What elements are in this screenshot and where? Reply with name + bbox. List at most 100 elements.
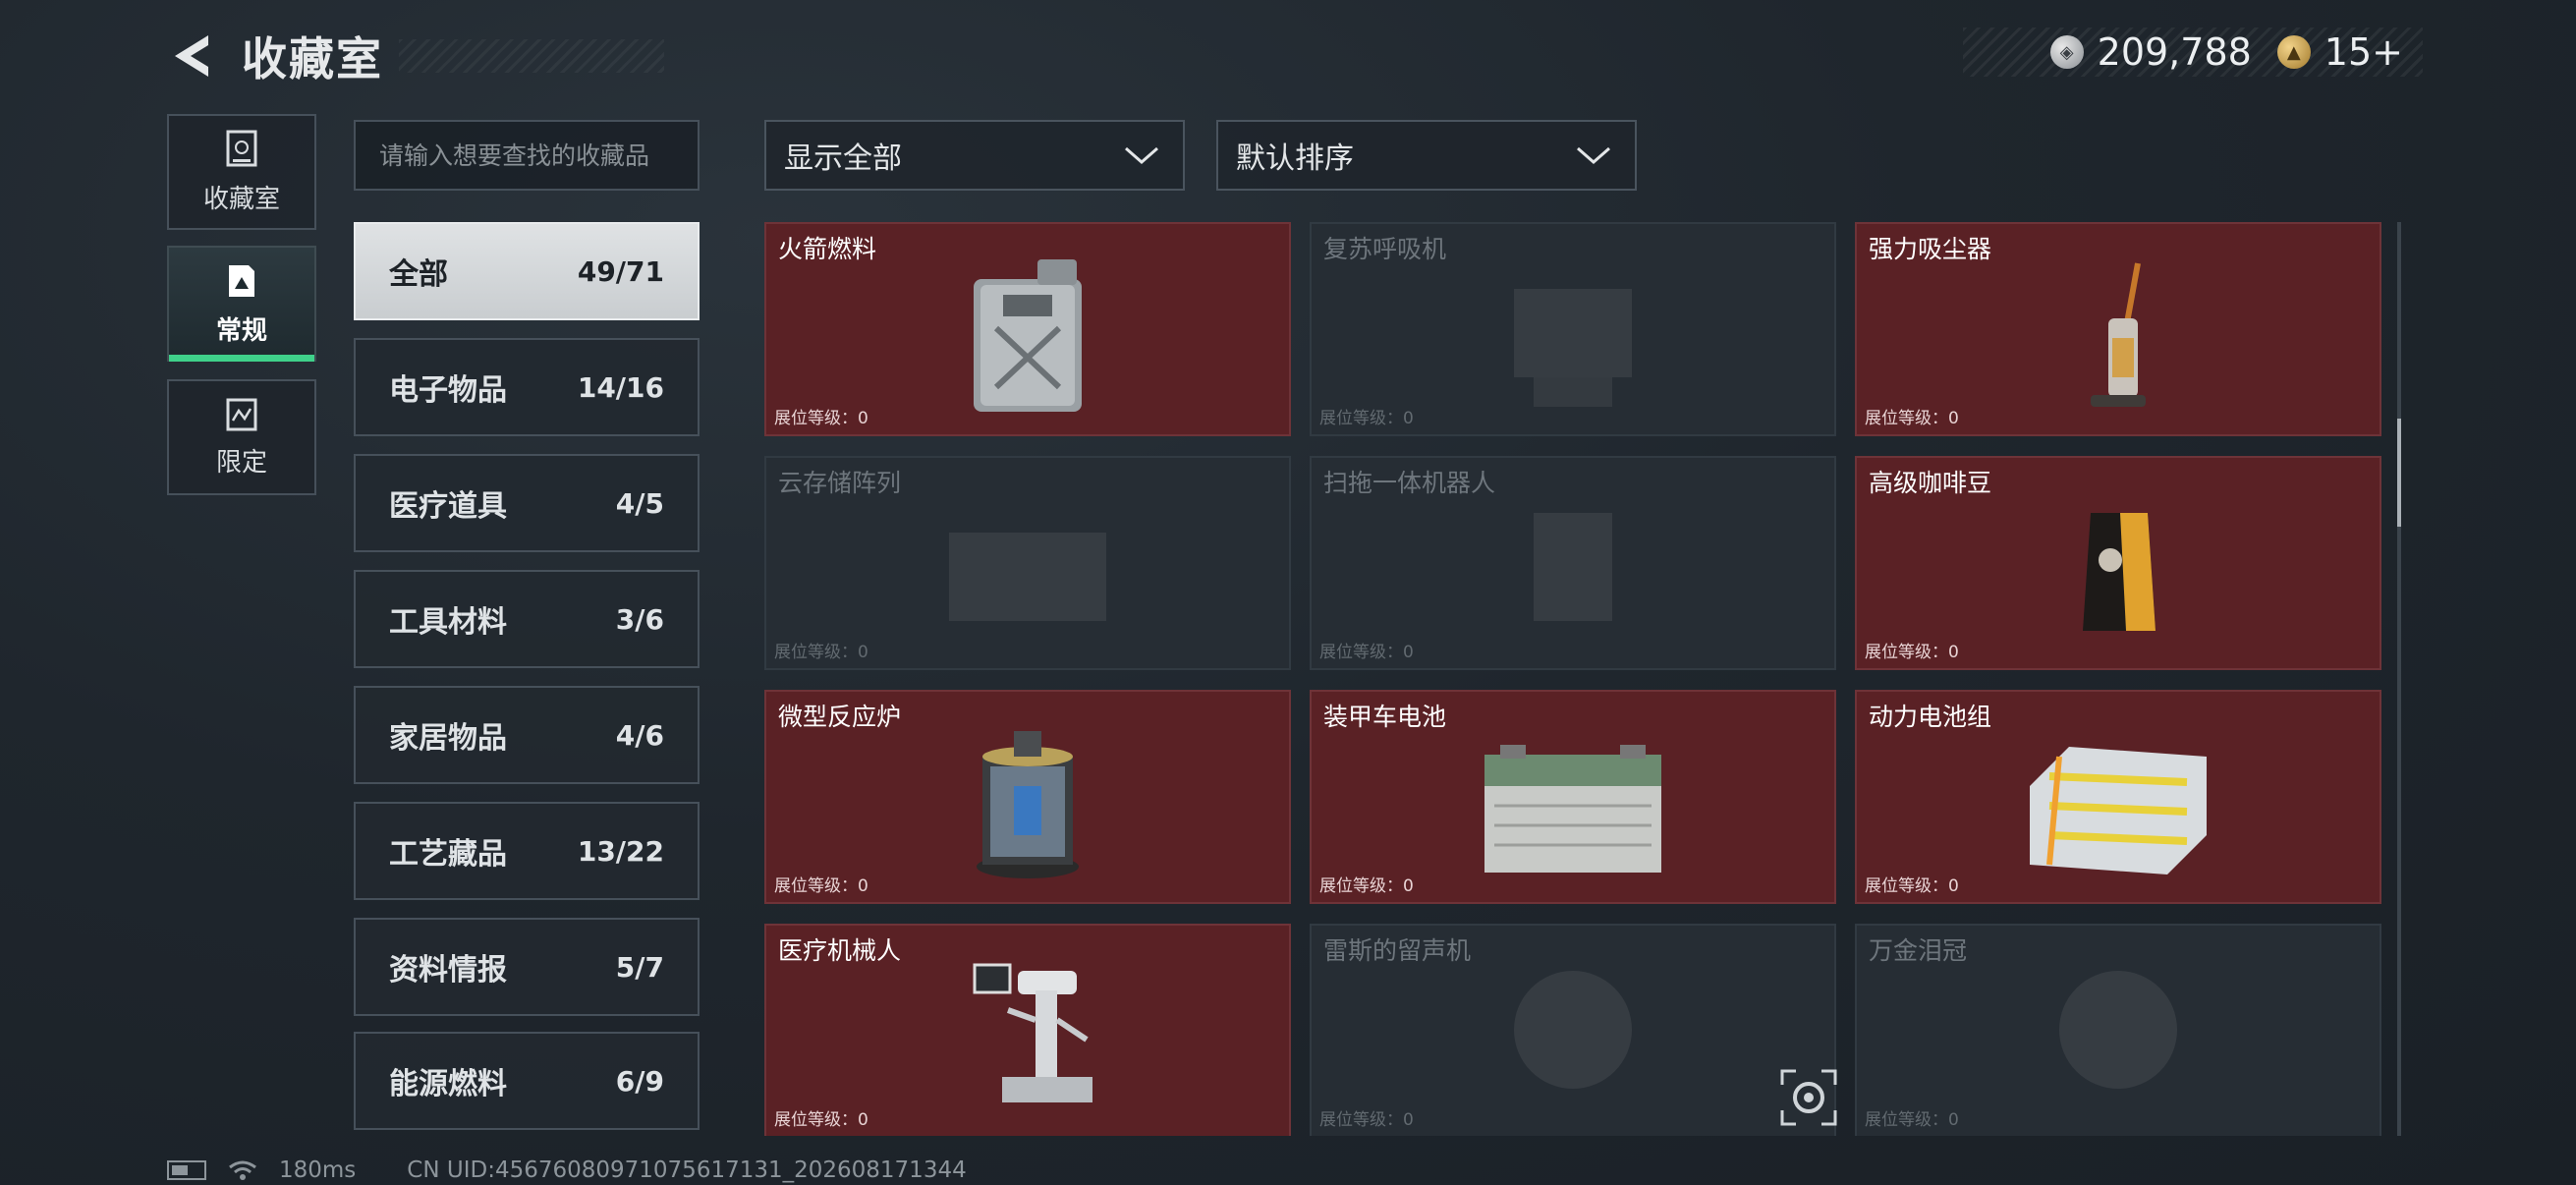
item-name: 云存储阵列 (778, 469, 902, 497)
robot-mop-icon (1534, 513, 1612, 621)
grid-scrollbar[interactable] (2397, 222, 2401, 1136)
item-level: 展位等级：0 (1319, 643, 1414, 662)
item-card[interactable]: 云存储阵列 展位等级：0 (764, 456, 1291, 670)
category-count: 4/6 (615, 718, 664, 752)
item-name: 强力吸尘器 (1869, 235, 1992, 263)
item-name: 医疗机械人 (778, 936, 902, 965)
category-count: 3/6 (615, 602, 664, 636)
category-medical[interactable]: 医疗道具 4/5 (354, 454, 700, 552)
item-name: 火箭燃料 (778, 235, 877, 263)
item-name: 万金泪冠 (1869, 936, 1968, 965)
gold-coin-icon: ▲ (2276, 35, 2311, 69)
currency-bar: ◈ 209,788 ▲ 15+ (1963, 28, 2423, 77)
category-name: 能源燃料 (389, 1067, 507, 1101)
item-card[interactable]: 雷斯的留声机 展位等级：0 (1310, 924, 1836, 1136)
collection-grid: 火箭燃料 展位等级：0 复苏呼吸机 展位等级：0 强力吸尘器 展位等级：0 云存… (764, 222, 2383, 1136)
nav-label: 常规 (215, 315, 267, 346)
limited-frame-icon (226, 398, 257, 430)
coffee-bag-icon (2083, 513, 2156, 631)
filter-dropdown[interactable]: 显示全部 (764, 120, 1185, 191)
lens-button[interactable] (1778, 1067, 1839, 1128)
medical-robot-icon (973, 963, 1092, 1102)
back-button[interactable] (167, 28, 214, 84)
category-intel[interactable]: 资料情报 5/7 (354, 918, 700, 1016)
gramophone-icon (1514, 971, 1632, 1089)
category-name: 医疗道具 (389, 489, 507, 524)
item-card[interactable]: 火箭燃料 展位等级：0 (764, 222, 1291, 436)
item-name: 扫拖一体机器人 (1323, 469, 1496, 497)
item-card[interactable]: 动力电池组 展位等级：0 (1855, 690, 2381, 904)
silver-value: 209,788 (2097, 30, 2252, 74)
nav-regular[interactable]: 常规 (167, 246, 316, 362)
item-card[interactable]: 扫拖一体机器人 展位等级：0 (1310, 456, 1836, 670)
category-name: 工艺藏品 (389, 837, 507, 872)
chevron-down-icon (1577, 146, 1610, 164)
battery-pack-icon (2030, 747, 2207, 875)
category-electronics[interactable]: 电子物品 14/16 (354, 338, 700, 436)
filter-value: 显示全部 (784, 141, 902, 176)
sort-dropdown[interactable]: 默认排序 (1216, 120, 1637, 191)
wifi-icon (229, 1160, 256, 1180)
sort-value: 默认排序 (1236, 141, 1354, 176)
item-card[interactable]: 微型反应炉 展位等级：0 (764, 690, 1291, 904)
item-level: 展位等级：0 (1319, 876, 1414, 896)
item-card[interactable]: 复苏呼吸机 展位等级：0 (1310, 222, 1836, 436)
battery-icon (167, 1160, 206, 1180)
nav-label: 限定 (215, 447, 267, 478)
item-card[interactable]: 万金泪冠 展位等级：0 (1855, 924, 2381, 1136)
nav-limited[interactable]: 限定 (167, 379, 316, 495)
display-case-icon (226, 130, 257, 166)
car-battery-icon (1484, 745, 1661, 873)
item-name: 雷斯的留声机 (1323, 936, 1472, 965)
lens-icon (1780, 1069, 1837, 1126)
item-card[interactable]: 强力吸尘器 展位等级：0 (1855, 222, 2381, 436)
fuel-can-icon (974, 259, 1082, 412)
ping-value: 180ms (279, 1157, 357, 1183)
scrollbar-thumb[interactable] (2397, 419, 2401, 527)
nav-collection-room[interactable]: 收藏室 (167, 114, 316, 230)
item-name: 微型反应炉 (778, 703, 902, 731)
gold-value: 15+ (2324, 30, 2403, 74)
item-card[interactable]: 装甲车电池 展位等级：0 (1310, 690, 1836, 904)
item-card[interactable]: 医疗机械人 展位等级：0 (764, 924, 1291, 1136)
active-indicator (169, 355, 314, 362)
item-level: 展位等级：0 (774, 1110, 868, 1130)
reactor-icon (977, 731, 1079, 878)
item-name: 复苏呼吸机 (1323, 235, 1447, 263)
silver-coin-icon: ◈ (2049, 35, 2084, 69)
item-level: 展位等级：0 (774, 643, 868, 662)
category-tools[interactable]: 工具材料 3/6 (354, 570, 700, 668)
title-decoration (399, 39, 664, 73)
item-level: 展位等级：0 (1865, 1110, 1959, 1130)
category-energy[interactable]: 能源燃料 6/9 (354, 1032, 700, 1130)
user-uid: CN UID:4567608097107561713​1_20260817134… (407, 1157, 967, 1183)
item-level: 展位等级：0 (774, 409, 868, 428)
picture-frame-icon (229, 264, 254, 297)
search-box[interactable] (354, 120, 700, 191)
chevron-down-icon (1125, 146, 1158, 164)
category-household[interactable]: 家居物品 4/6 (354, 686, 700, 784)
item-name: 装甲车电池 (1323, 703, 1447, 731)
item-level: 展位等级：0 (1865, 876, 1959, 896)
item-level: 展位等级：0 (774, 876, 868, 896)
item-name: 动力电池组 (1869, 703, 1992, 731)
category-count: 5/7 (615, 950, 664, 984)
item-level: 展位等级：0 (1865, 643, 1959, 662)
item-level: 展位等级：0 (1865, 409, 1959, 428)
category-name: 家居物品 (389, 721, 507, 756)
category-count: 4/5 (615, 486, 664, 520)
category-count: 49/71 (577, 254, 664, 288)
category-name: 电子物品 (389, 373, 507, 408)
ventilator-icon (1514, 289, 1632, 407)
nav-label: 收藏室 (202, 184, 280, 214)
search-input[interactable] (379, 141, 698, 170)
back-arrow-icon (175, 35, 208, 77)
item-level: 展位等级：0 (1319, 1110, 1414, 1130)
category-count: 13/22 (577, 834, 664, 868)
category-name: 工具材料 (389, 605, 507, 640)
storage-array-icon (949, 533, 1106, 621)
category-all[interactable]: 全部 49/71 (354, 222, 700, 320)
category-crafts[interactable]: 工艺藏品 13/22 (354, 802, 700, 900)
page-title: 收藏室 (242, 32, 383, 85)
item-card[interactable]: 高级咖啡豆 展位等级：0 (1855, 456, 2381, 670)
